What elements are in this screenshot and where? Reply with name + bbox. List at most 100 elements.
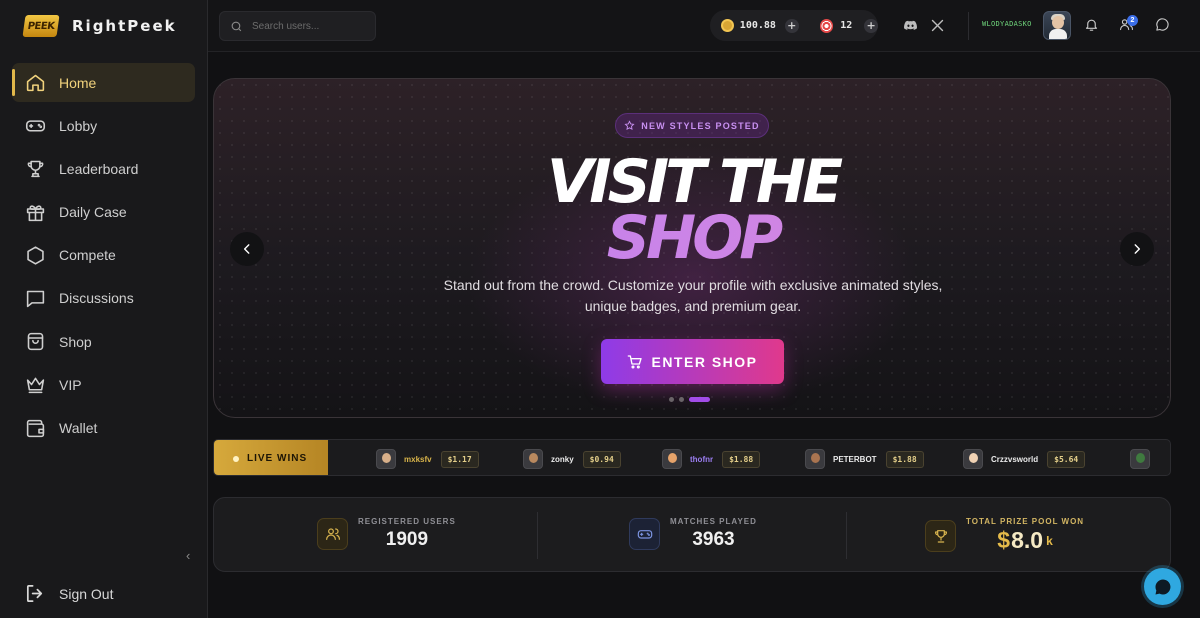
nav-label: Home (59, 74, 97, 91)
nav-label: Wallet (59, 420, 98, 436)
top-bar: 100.88 + 12 + WLODYADASKO 2 (208, 0, 1200, 52)
winner-avatar (805, 449, 825, 469)
x-twitter-icon[interactable] (929, 17, 945, 33)
hexagon-icon (24, 244, 46, 266)
coin-icon (721, 19, 734, 32)
nav-item-lobby[interactable]: Lobby (12, 106, 195, 145)
nav-item-home[interactable]: Home (12, 63, 195, 102)
win-amount: $0.94 (582, 450, 621, 468)
chevron-right-icon (1134, 244, 1141, 254)
nav-label: Discussions (59, 290, 134, 307)
message-icon (24, 287, 46, 309)
brand[interactable]: PEEK RightPeek (22, 14, 177, 38)
search-box (219, 11, 376, 41)
star-icon (624, 120, 635, 130)
ticket-target-icon (819, 18, 834, 33)
avatar-face (1052, 16, 1064, 29)
nav-item-daily-case[interactable]: Daily Case (12, 193, 195, 232)
nav-item-discussions[interactable]: Discussions (12, 279, 195, 318)
sign-out-button[interactable]: Sign Out (24, 582, 113, 605)
collapse-sidebar-button[interactable]: ‹ (186, 548, 190, 563)
coin-balance: 100.88 (739, 20, 776, 31)
chat-bubble-icon (1154, 578, 1170, 594)
stat-label: MATCHES PLAYED (670, 517, 757, 526)
prize-unit: k (1046, 534, 1053, 548)
live-win-item[interactable]: thofnr $1.88 (662, 448, 761, 470)
brand-logo: PEEK (22, 15, 60, 37)
stat-label: TOTAL PRIZE POOL WON (966, 517, 1085, 526)
stat-value: 1909 (385, 529, 429, 550)
nav-label: Lobby (59, 117, 98, 134)
winner-avatar (523, 449, 543, 469)
search-input[interactable] (252, 20, 362, 32)
live-win-item[interactable]: PETERBOT $1.88 (805, 448, 924, 470)
winner-name: PETERBOT (833, 454, 877, 464)
nav-item-compete[interactable]: Compete (12, 236, 195, 275)
gift-icon (24, 201, 46, 223)
nav-label: Shop (59, 333, 92, 350)
winner-avatar (963, 449, 983, 469)
trophy-icon (925, 519, 956, 552)
users-icon (317, 518, 348, 550)
carousel-prev-button[interactable] (230, 232, 264, 266)
carousel-dot-active[interactable] (689, 397, 710, 402)
avatar-body (1049, 29, 1067, 39)
stat-divider (846, 512, 847, 559)
sign-out-icon (26, 584, 43, 603)
support-chat-button[interactable] (1144, 568, 1181, 605)
enter-shop-button[interactable]: ENTER SHOP (601, 339, 784, 384)
nav-label: Daily Case (59, 204, 127, 221)
nav-label: Compete (59, 247, 116, 264)
search-icon (231, 21, 242, 31)
nav-label: Leaderboard (59, 160, 139, 177)
nav-item-shop[interactable]: Shop (12, 322, 195, 361)
sidebar: PEEK RightPeek Home Lobby Leaderboard Da… (0, 0, 208, 618)
chevron-left-icon (243, 244, 250, 254)
nav-item-leaderboard[interactable]: Leaderboard (12, 149, 195, 188)
crown-icon (24, 374, 46, 396)
nav-item-wallet[interactable]: Wallet (12, 409, 195, 448)
cart-icon (628, 354, 643, 369)
chat-bubble-icon[interactable] (1155, 17, 1171, 33)
winner-avatar (376, 449, 396, 469)
stat-divider (537, 512, 538, 559)
winner-name: zonky (551, 454, 574, 464)
stat-value: 3963 (692, 529, 735, 550)
nav-label: VIP (59, 376, 82, 393)
friends-count-badge: 2 (1127, 15, 1138, 26)
live-win-item[interactable]: mxksfv $1.17 (376, 448, 479, 470)
prize-currency-symbol: $ (997, 527, 1011, 553)
username[interactable]: WLODYADASKO (982, 20, 1032, 28)
stat-text: TOTAL PRIZE POOL WON $8.0 k (966, 517, 1084, 554)
carousel-dot[interactable] (679, 397, 684, 402)
site-stats: REGISTERED USERS 1909 MATCHES PLAYED 396… (213, 497, 1171, 572)
stat-text: REGISTERED USERS 1909 (358, 517, 456, 551)
live-win-item[interactable]: Crzzvsworld $5.64 (963, 448, 1086, 470)
hero-banner: NEW STYLES POSTED VISIT THE SHOP Stand o… (213, 78, 1171, 418)
add-coins-button[interactable]: + (784, 18, 799, 33)
notifications-bell-icon[interactable] (1084, 17, 1100, 33)
live-win-item-partial[interactable] (1130, 448, 1158, 470)
discord-icon[interactable] (902, 17, 918, 33)
new-styles-pill: NEW STYLES POSTED (615, 113, 769, 138)
main-nav: Home Lobby Leaderboard Daily Case Compet… (12, 63, 195, 452)
gamepad-icon (24, 115, 46, 137)
carousel-next-button[interactable] (1120, 232, 1154, 266)
carousel-dot[interactable] (669, 397, 674, 402)
winner-avatar (1130, 449, 1150, 469)
add-tickets-button[interactable]: + (864, 18, 878, 33)
live-wins-label: LIVE WINS (214, 440, 328, 475)
new-styles-label: NEW STYLES POSTED (641, 120, 760, 131)
stat-matches-played: MATCHES PLAYED 3963 (629, 517, 757, 551)
stat-value: $8.0 k (966, 527, 1084, 554)
stat-registered-users: REGISTERED USERS 1909 (317, 517, 456, 551)
live-win-item[interactable]: zonky $0.94 (523, 448, 621, 470)
nav-item-vip[interactable]: VIP (12, 365, 195, 404)
ticket-balance: 12 (840, 20, 853, 31)
user-avatar[interactable] (1043, 11, 1071, 40)
win-amount: $1.88 (885, 450, 924, 468)
shopping-bag-icon (24, 331, 46, 353)
hero-subtitle: Stand out from the crowd. Customize your… (443, 277, 943, 314)
hero-title-line2: SHOP (214, 205, 1170, 271)
live-wins-text: LIVE WINS (247, 453, 308, 464)
